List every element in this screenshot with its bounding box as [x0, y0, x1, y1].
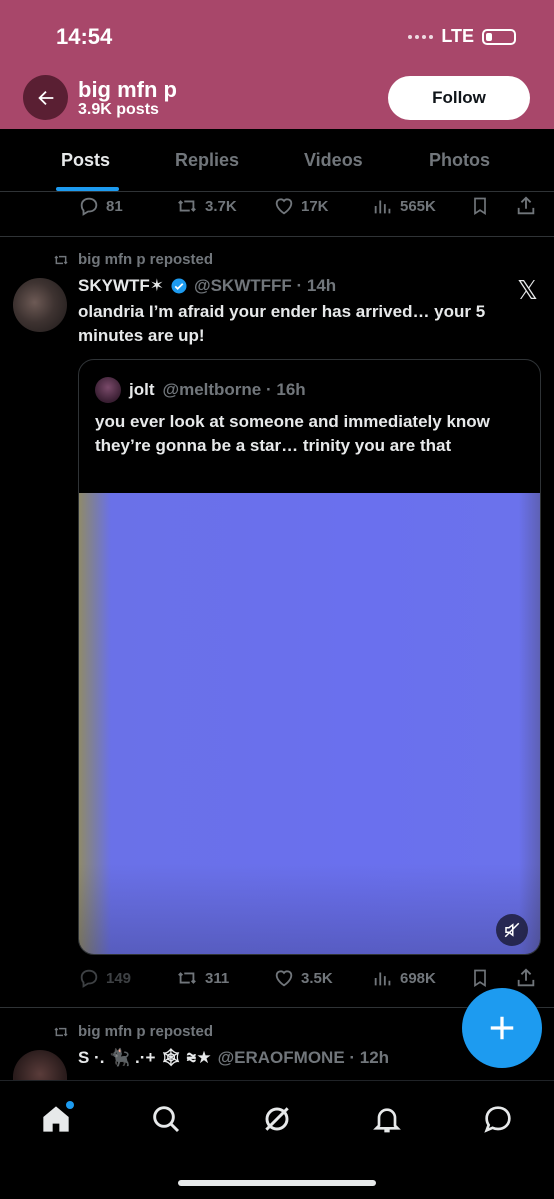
author-handle[interactable]: @SKWTFFF · 14h: [194, 276, 336, 296]
repost-button[interactable]: 311: [175, 963, 229, 993]
tab-replies[interactable]: Replies: [175, 150, 239, 171]
reply-button[interactable]: 149: [78, 963, 131, 993]
status-time: 14:54: [56, 24, 113, 49]
nav-search[interactable]: [150, 1103, 182, 1135]
like-count: 17K: [301, 197, 329, 215]
bell-icon: [373, 1108, 401, 1133]
post-author: SKYWTF✶ @SKWTFFF · 14h: [78, 276, 336, 296]
post-actions: 81 3.7K 17K 565K: [0, 191, 554, 221]
repost-icon: [54, 1027, 68, 1036]
tab-posts[interactable]: Posts: [61, 150, 110, 171]
views-icon: [374, 200, 391, 214]
profile-post-count: 3.9K posts: [78, 101, 159, 118]
quote-author: jolt @meltborne · 16h: [95, 377, 306, 403]
views-button[interactable]: 698K: [372, 963, 436, 993]
like-button[interactable]: 17K: [273, 191, 329, 221]
plus-icon: [490, 1016, 514, 1040]
reply-icon: [80, 197, 98, 216]
views-button[interactable]: 565K: [372, 191, 436, 221]
nav-notifications[interactable]: [371, 1103, 403, 1135]
repost-label: big mfn p reposted: [52, 251, 213, 268]
quote-text: you ever look at someone and immediately…: [95, 412, 490, 455]
repost-button[interactable]: 3.7K: [175, 191, 237, 221]
signal-icon: [408, 34, 434, 39]
author-name[interactable]: SKYWTF✶: [78, 276, 164, 296]
grok-icon: [265, 1107, 289, 1131]
quote-video[interactable]: [79, 493, 540, 954]
share-button[interactable]: [515, 963, 537, 993]
arrow-left-icon: [37, 90, 53, 105]
home-indicator: [178, 1180, 376, 1186]
repost-label-text: big mfn p reposted: [78, 251, 213, 268]
author-handle[interactable]: @ERAOFMONE · 12h: [218, 1048, 389, 1068]
reply-count: 149: [106, 969, 132, 987]
post-author: S ·. 🐈‍⬛ .·+ 🕸 ⩬★ @ERAOFMONE · 12h: [78, 1048, 389, 1068]
author-name[interactable]: S ·. 🐈‍⬛ .·+ 🕸 ⩬★: [78, 1048, 212, 1068]
nav-messages[interactable]: [482, 1103, 514, 1135]
repost-label-text: big mfn p reposted: [78, 1023, 213, 1040]
bookmark-button[interactable]: [470, 191, 490, 221]
repost-icon: [178, 972, 196, 984]
heart-icon: [275, 970, 293, 987]
mute-button[interactable]: [496, 914, 528, 946]
verified-badge-icon: [171, 278, 187, 294]
quote-author-handle: @meltborne · 16h: [162, 380, 306, 399]
like-button[interactable]: 3.5K: [273, 963, 333, 993]
view-count: 698K: [400, 969, 436, 987]
profile-name: big mfn p: [78, 77, 177, 102]
bookmark-icon: [474, 969, 486, 988]
share-icon: [517, 968, 535, 987]
avatar[interactable]: [13, 278, 67, 332]
profile-tabs: Posts Replies Videos Photos: [0, 129, 554, 192]
search-icon: [153, 1106, 180, 1133]
post-actions: 149 311 3.5K 698K: [0, 963, 554, 993]
nav-grok[interactable]: [261, 1103, 293, 1135]
post-divider: [0, 236, 554, 237]
repost-count: 3.7K: [205, 197, 237, 215]
message-icon: [484, 1106, 511, 1133]
post-text: olandria I’m afraid your ender has arriv…: [78, 302, 486, 345]
views-icon: [374, 972, 391, 986]
reply-button[interactable]: 81: [78, 191, 123, 221]
reply-count: 81: [106, 197, 123, 215]
status-indicators: LTE: [408, 26, 516, 47]
tab-photos[interactable]: Photos: [429, 150, 490, 171]
speaker-muted-icon: [504, 922, 520, 938]
repost-icon: [178, 200, 196, 212]
quote-author-name: jolt: [129, 380, 155, 399]
heart-icon: [275, 198, 293, 215]
notification-dot: [66, 1101, 74, 1109]
view-count: 565K: [400, 197, 436, 215]
repost-count: 311: [205, 969, 230, 987]
share-button[interactable]: [515, 191, 537, 221]
reply-icon: [80, 969, 98, 988]
profile-header: 14:54 LTE big mfn p 3.9K posts Follow: [0, 0, 554, 129]
bookmark-icon: [474, 197, 486, 216]
bookmark-button[interactable]: [470, 963, 490, 993]
back-button[interactable]: [23, 75, 68, 120]
compose-button[interactable]: [462, 988, 542, 1068]
network-label: LTE: [441, 26, 474, 46]
share-icon: [517, 196, 535, 215]
follow-button[interactable]: Follow: [388, 76, 530, 120]
repost-icon: [54, 255, 68, 264]
tab-videos[interactable]: Videos: [304, 150, 363, 171]
nav-home[interactable]: [40, 1101, 74, 1135]
repost-label: big mfn p reposted: [52, 1023, 213, 1040]
like-count: 3.5K: [301, 969, 333, 987]
quote-avatar: [95, 377, 121, 403]
battery-icon: [482, 28, 516, 45]
avatar[interactable]: [13, 1050, 67, 1080]
quoted-post[interactable]: jolt @meltborne · 16h you ever look at s…: [78, 359, 541, 955]
